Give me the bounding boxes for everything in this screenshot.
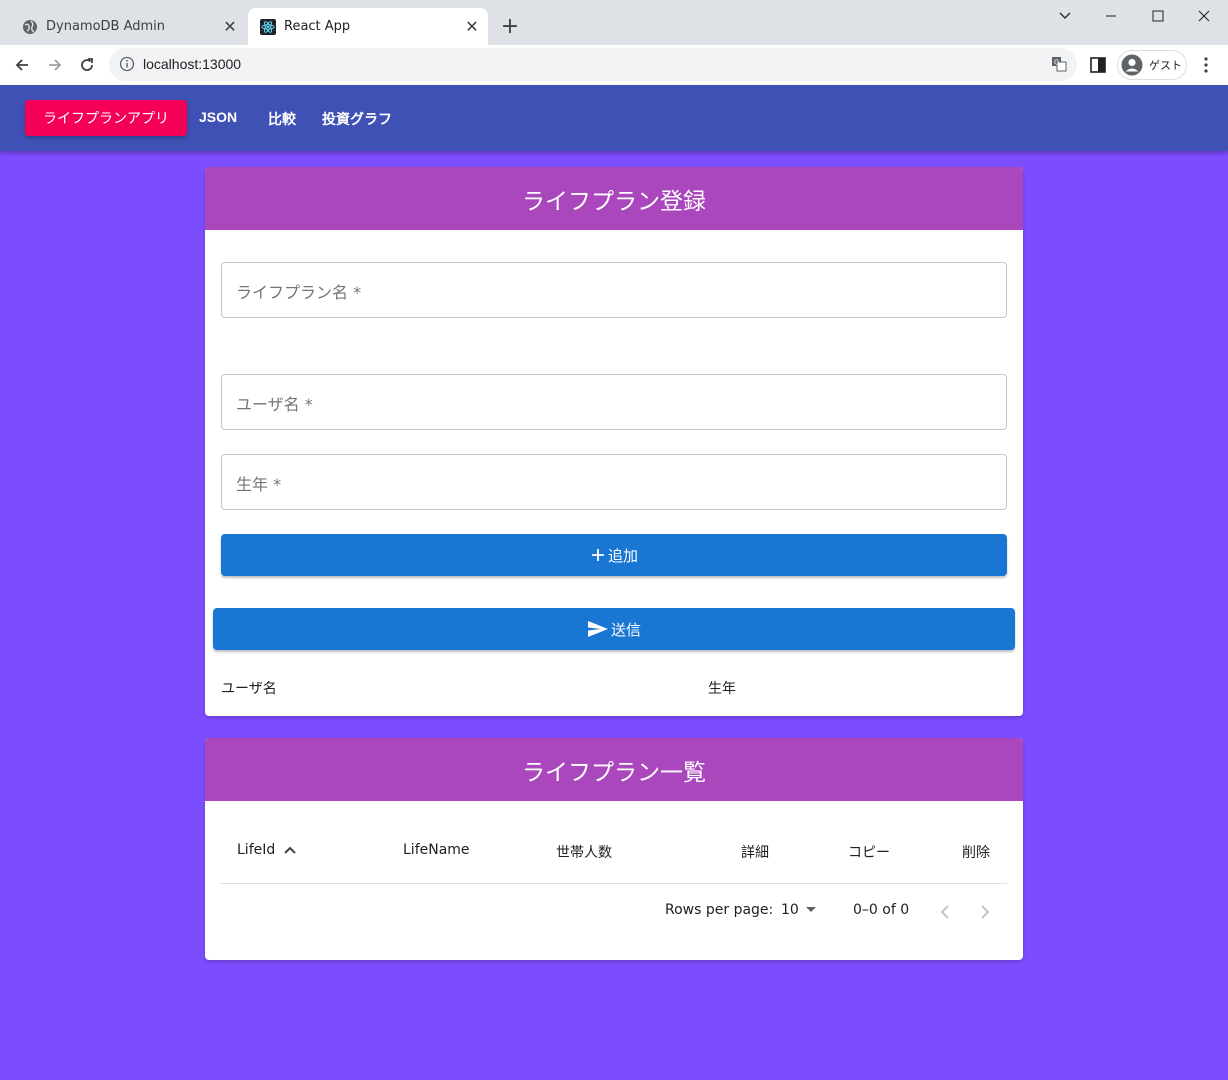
column-header-lifeid-label: LifeId	[237, 842, 276, 858]
submit-button-label: 送信	[610, 620, 641, 639]
column-header-lifeid[interactable]: LifeId	[237, 842, 297, 858]
nav-link-compare[interactable]: 比較	[268, 109, 296, 129]
sort-ascending-icon[interactable]	[283, 845, 297, 855]
plus-icon	[591, 549, 604, 561]
app-bar: ライフプランアプリ JSON 比較 投資グラフ	[0, 85, 1228, 151]
previous-page-icon[interactable]	[933, 900, 957, 924]
table-header-divider	[221, 883, 1007, 884]
minimize-icon[interactable]	[1088, 4, 1134, 28]
send-icon	[587, 621, 608, 637]
nav-link-investment-graph[interactable]: 投資グラフ	[322, 109, 392, 129]
rows-per-page-select[interactable]: 10	[781, 902, 816, 918]
register-card-title: ライフプラン登録	[205, 167, 1023, 230]
back-arrow-icon[interactable]	[10, 53, 34, 77]
user-name-label: ユーザ名 *	[236, 395, 313, 414]
tab-title: React App	[284, 19, 351, 34]
column-header-household-size: 世帯人数	[556, 845, 612, 861]
close-tab-icon[interactable]: ✕	[220, 17, 240, 37]
new-tab-icon[interactable]: +	[498, 14, 522, 39]
column-header-birth-year: 生年	[708, 681, 736, 697]
tab-title: DynamoDB Admin	[46, 19, 166, 34]
column-header-details: 詳細	[741, 845, 769, 861]
dropdown-arrow-icon	[805, 907, 816, 912]
birth-year-field[interactable]: 生年 *	[221, 454, 1007, 510]
pagination-range: 0–0 of 0	[853, 902, 910, 918]
react-icon	[260, 18, 276, 35]
column-header-copy: コピー	[848, 845, 890, 861]
rows-per-page-label: Rows per page:	[665, 902, 774, 918]
add-button-label: 追加	[607, 546, 638, 565]
plan-name-label: ライフプラン名 *	[236, 283, 362, 302]
column-header-lifename: LifeName	[403, 842, 470, 858]
info-icon[interactable]	[119, 56, 135, 72]
profile-label: ゲスト	[1149, 59, 1182, 72]
window-close-icon[interactable]	[1181, 4, 1227, 28]
rows-per-page-value: 10	[781, 902, 799, 918]
plan-name-field[interactable]: ライフプラン名 *	[221, 262, 1007, 318]
kebab-menu-icon[interactable]	[1196, 55, 1216, 75]
browser-tab-dynamodb[interactable]: DynamoDB Admin ✕	[8, 8, 246, 45]
profile-button[interactable]: ゲスト	[1117, 50, 1187, 80]
globe-icon	[23, 19, 37, 34]
column-header-user-name: ユーザ名	[221, 681, 277, 697]
forward-arrow-icon[interactable]	[43, 53, 67, 77]
maximize-icon[interactable]	[1135, 4, 1181, 28]
tab-search-icon[interactable]	[1042, 4, 1088, 28]
avatar-icon	[1121, 54, 1143, 76]
reload-icon[interactable]	[75, 53, 99, 77]
address-bar[interactable]: localhost:13000 G	[109, 48, 1077, 81]
side-panel-icon[interactable]	[1088, 55, 1108, 75]
browser-tab-react-app[interactable]: React App ✕	[248, 8, 488, 45]
translate-icon[interactable]: G	[1051, 56, 1067, 72]
birth-year-label: 生年 *	[236, 475, 282, 494]
next-page-icon[interactable]	[973, 900, 997, 924]
list-card-title: ライフプラン一覧	[205, 738, 1023, 801]
user-name-field[interactable]: ユーザ名 *	[221, 374, 1007, 430]
home-button[interactable]: ライフプランアプリ	[25, 100, 187, 136]
column-header-delete: 削除	[962, 845, 990, 861]
register-card: ライフプラン登録 ライフプラン名 * ユーザ名 * 生年 * 追加 送信 ユーザ…	[205, 167, 1023, 716]
close-tab-icon[interactable]: ✕	[462, 17, 482, 37]
svg-text:G: G	[1054, 59, 1059, 67]
add-button[interactable]: 追加	[221, 534, 1007, 576]
nav-link-json[interactable]: JSON	[199, 109, 237, 125]
browser-toolbar: localhost:13000 G ゲスト	[0, 45, 1228, 85]
browser-tabstrip: DynamoDB Admin ✕ React App ✕ +	[0, 0, 1228, 45]
list-card: ライフプラン一覧 LifeId LifeName 世帯人数 詳細 コピー 削除 …	[205, 738, 1023, 960]
submit-button[interactable]: 送信	[213, 608, 1015, 650]
url-text[interactable]: localhost:13000	[143, 56, 241, 72]
